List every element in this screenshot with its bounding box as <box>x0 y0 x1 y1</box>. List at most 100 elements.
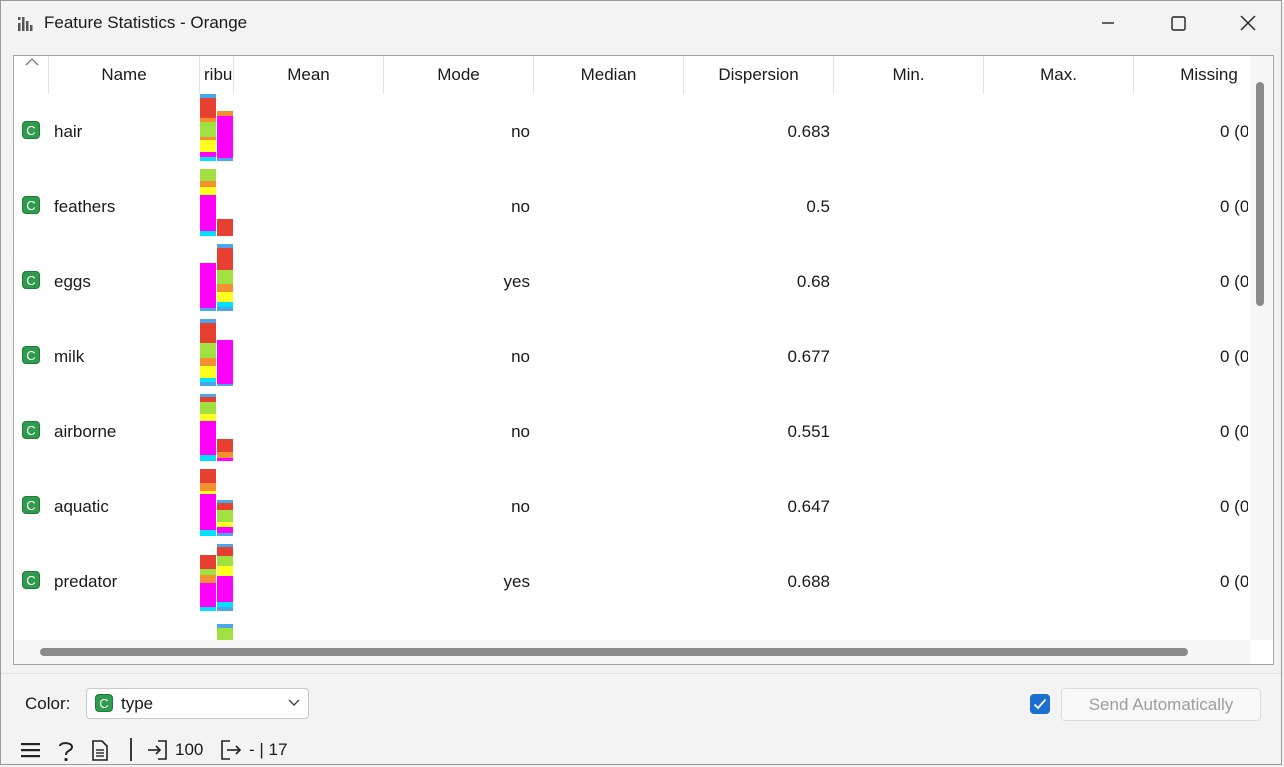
categorical-type-icon: C <box>95 694 113 712</box>
column-header-min[interactable]: Min. <box>834 56 984 94</box>
feature-statistics-window: Feature Statistics - Orange Name ribu Me… <box>0 0 1282 765</box>
distribution-histogram <box>200 544 236 619</box>
distribution-histogram <box>200 94 236 169</box>
chevron-down-icon <box>288 699 300 706</box>
histogram-bar-no <box>200 319 216 386</box>
sort-corner-header[interactable] <box>14 56 49 94</box>
horizontal-scrollbar-thumb[interactable] <box>40 648 1188 656</box>
dispersion-value: 0.551 <box>787 422 830 441</box>
categorical-type-icon: C <box>22 346 40 364</box>
send-automatically-checkbox[interactable] <box>1030 694 1050 714</box>
categorical-type-icon: C <box>22 571 40 589</box>
missing-value: 0 (0 <box>1220 497 1248 516</box>
missing-value: 0 (0 <box>1220 347 1248 366</box>
color-dropdown-value: type <box>121 694 154 713</box>
table-header: Name ribu Mean Mode Median Dispersion Mi… <box>14 56 1262 94</box>
column-header-distribution[interactable]: ribu <box>200 56 234 94</box>
histogram-bar-no <box>200 263 216 311</box>
table-row[interactable]: C feathers no 0.5 0 (0 <box>14 169 1248 244</box>
input-icon <box>148 740 167 760</box>
categorical-type-icon: C <box>22 196 40 214</box>
output-summary: - | 17 <box>249 740 288 759</box>
maximize-icon <box>1170 15 1186 31</box>
missing-value: 0 (0 <box>1220 572 1248 591</box>
histogram-bar-no <box>200 94 216 161</box>
missing-value: 0 (0 <box>1220 422 1248 441</box>
color-label: Color: <box>25 694 71 713</box>
column-header-mean[interactable]: Mean <box>234 56 384 94</box>
maximize-button[interactable] <box>1143 1 1213 45</box>
histogram-bar-yes <box>217 500 233 536</box>
categorical-type-icon: C <box>22 121 40 139</box>
column-header-max[interactable]: Max. <box>984 56 1134 94</box>
histogram-bar-yes <box>217 111 233 161</box>
distribution-histogram <box>200 469 236 544</box>
feature-name: aquatic <box>54 497 109 516</box>
table-row[interactable]: C aquatic no 0.647 0 (0 <box>14 469 1248 544</box>
mode-value: no <box>511 197 530 216</box>
minimize-button[interactable] <box>1073 1 1143 45</box>
mode-value: yes <box>503 272 530 291</box>
status-bar: 100 - | 17 <box>1 735 1281 765</box>
table-row[interactable]: C airborne no 0.551 0 (0 <box>14 394 1248 469</box>
dispersion-value: 0.5 <box>806 197 830 216</box>
bar-chart-icon <box>18 17 33 31</box>
histogram-bar-yes <box>217 219 233 236</box>
input-count: 100 <box>175 740 204 759</box>
feature-name: eggs <box>54 272 91 291</box>
dispersion-value: 0.647 <box>787 497 830 516</box>
divider <box>1 673 1281 674</box>
feature-name: feathers <box>54 197 116 216</box>
mode-value: no <box>511 497 530 516</box>
checkmark-icon <box>1033 698 1047 710</box>
close-button[interactable] <box>1213 1 1283 45</box>
histogram-segment <box>217 628 233 640</box>
distribution-histogram <box>200 619 236 640</box>
color-dropdown[interactable]: C type <box>86 688 309 719</box>
title-bar: Feature Statistics - Orange <box>1 1 1281 45</box>
dispersion-value: 0.683 <box>787 122 830 141</box>
column-header-dispersion[interactable]: Dispersion <box>684 56 834 94</box>
table-row[interactable] <box>14 619 1248 640</box>
histogram-bar-no <box>200 394 216 461</box>
mode-value: yes <box>503 572 530 591</box>
help-icon[interactable] <box>57 740 75 762</box>
histogram-bar-no <box>200 469 216 536</box>
histogram-bar-no <box>200 555 216 611</box>
categorical-type-icon: C <box>22 496 40 514</box>
table-body: C hair no 0.683 0 (0 C feathers no 0.5 0… <box>14 94 1248 640</box>
feature-name: predator <box>54 572 118 591</box>
report-icon[interactable] <box>91 740 109 761</box>
hamburger-icon[interactable] <box>21 742 41 758</box>
table-row[interactable]: C milk no 0.677 0 (0 <box>14 319 1248 394</box>
mode-value: no <box>511 122 530 141</box>
feature-name: airborne <box>54 422 117 441</box>
vertical-scrollbar-thumb[interactable] <box>1256 82 1264 306</box>
histogram-bar-no <box>200 169 216 236</box>
categorical-type-icon: C <box>22 271 40 289</box>
categorical-type-icon: C <box>22 421 40 439</box>
send-automatically-button[interactable]: Send Automatically <box>1061 688 1261 721</box>
distribution-histogram <box>200 394 236 469</box>
status-separator <box>130 738 132 761</box>
column-header-name[interactable]: Name <box>49 56 200 94</box>
mode-value: no <box>511 347 530 366</box>
histogram-bar-yes <box>217 340 233 386</box>
feature-table[interactable]: Name ribu Mean Mode Median Dispersion Mi… <box>13 55 1274 665</box>
minimize-icon <box>1102 22 1114 24</box>
dispersion-value: 0.688 <box>787 572 830 591</box>
distribution-histogram <box>200 244 236 319</box>
dispersion-value: 0.68 <box>796 272 830 291</box>
missing-value: 0 (0 <box>1220 122 1248 141</box>
histogram-bar-yes <box>217 439 233 461</box>
column-header-mode[interactable]: Mode <box>384 56 534 94</box>
table-row[interactable]: C hair no 0.683 0 (0 <box>14 94 1248 169</box>
table-row[interactable]: C predator yes 0.688 0 (0 <box>14 544 1248 619</box>
distribution-histogram <box>200 169 236 244</box>
distribution-histogram <box>200 319 236 394</box>
window-title: Feature Statistics - Orange <box>44 13 248 32</box>
column-header-median[interactable]: Median <box>534 56 684 94</box>
chevron-up-icon <box>25 58 39 66</box>
missing-value: 0 (0 <box>1220 272 1248 291</box>
table-row[interactable]: C eggs yes 0.68 0 (0 <box>14 244 1248 319</box>
